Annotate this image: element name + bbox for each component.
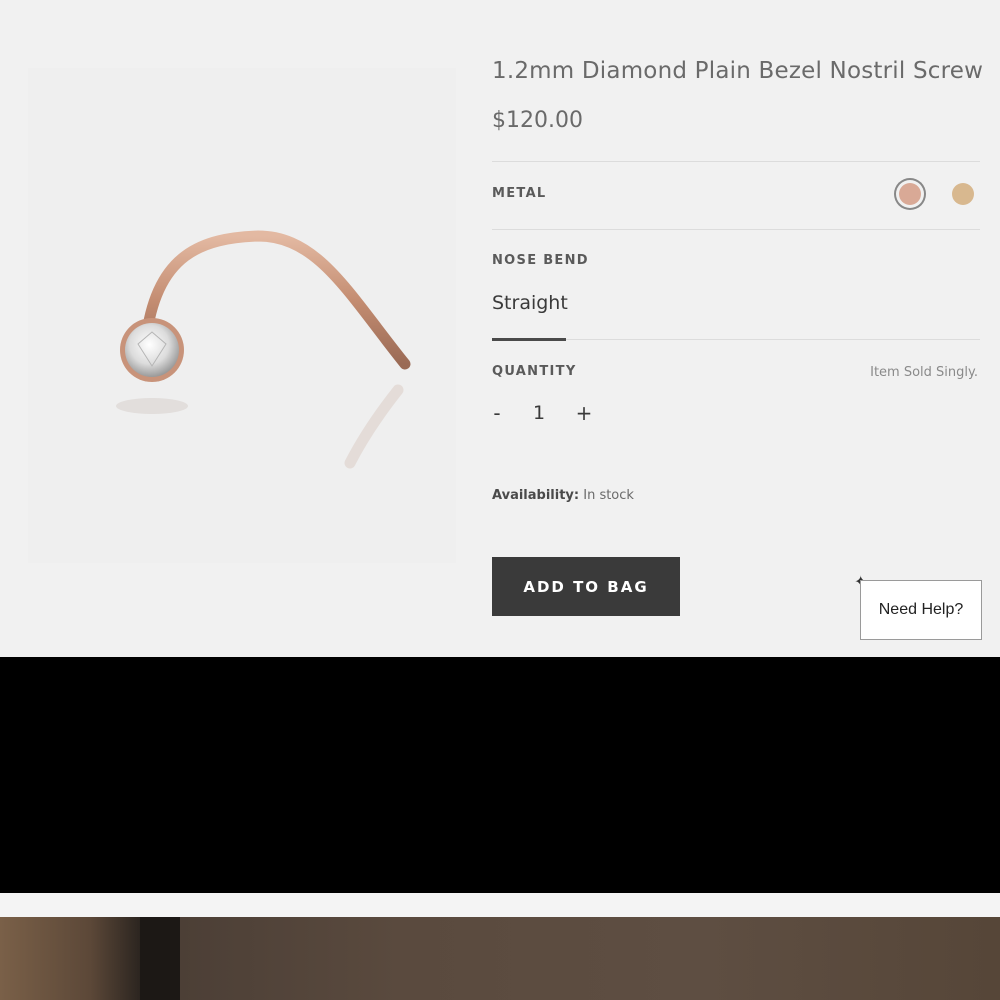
quantity-decrement-button[interactable]: -	[487, 400, 507, 426]
add-to-bag-button[interactable]: ADD TO BAG	[492, 557, 680, 616]
availability-value: In stock	[583, 488, 634, 503]
white-strip	[0, 893, 1000, 917]
product-panel: 1.2mm Diamond Plain Bezel Nostril Screw …	[0, 0, 1000, 657]
availability-label: Availability:	[492, 488, 580, 503]
quantity-label: QUANTITY	[492, 364, 577, 379]
divider	[492, 161, 980, 162]
metal-label: METAL	[492, 186, 547, 201]
nose-bend-label: NOSE BEND	[492, 253, 589, 268]
metal-swatch-yellow-gold[interactable]	[952, 183, 974, 205]
divider	[492, 229, 980, 230]
sold-singly-note: Item Sold Singly.	[870, 365, 978, 380]
metal-swatch-rose-gold[interactable]	[899, 183, 921, 205]
product-image[interactable]	[28, 68, 456, 563]
quantity-value[interactable]: 1	[528, 400, 550, 426]
nostril-screw-illustration	[116, 230, 411, 469]
need-help-button[interactable]: Need Help?	[860, 580, 982, 640]
bottom-photo	[0, 917, 1000, 1000]
availability: Availability: In stock	[492, 488, 634, 503]
product-title: 1.2mm Diamond Plain Bezel Nostril Screw	[492, 58, 984, 84]
product-price: $120.00	[492, 108, 583, 133]
photo-shadow	[140, 917, 180, 1000]
quantity-increment-button[interactable]: +	[574, 400, 594, 426]
nose-bend-option-straight[interactable]: Straight	[492, 292, 568, 314]
selected-indicator	[492, 338, 566, 341]
